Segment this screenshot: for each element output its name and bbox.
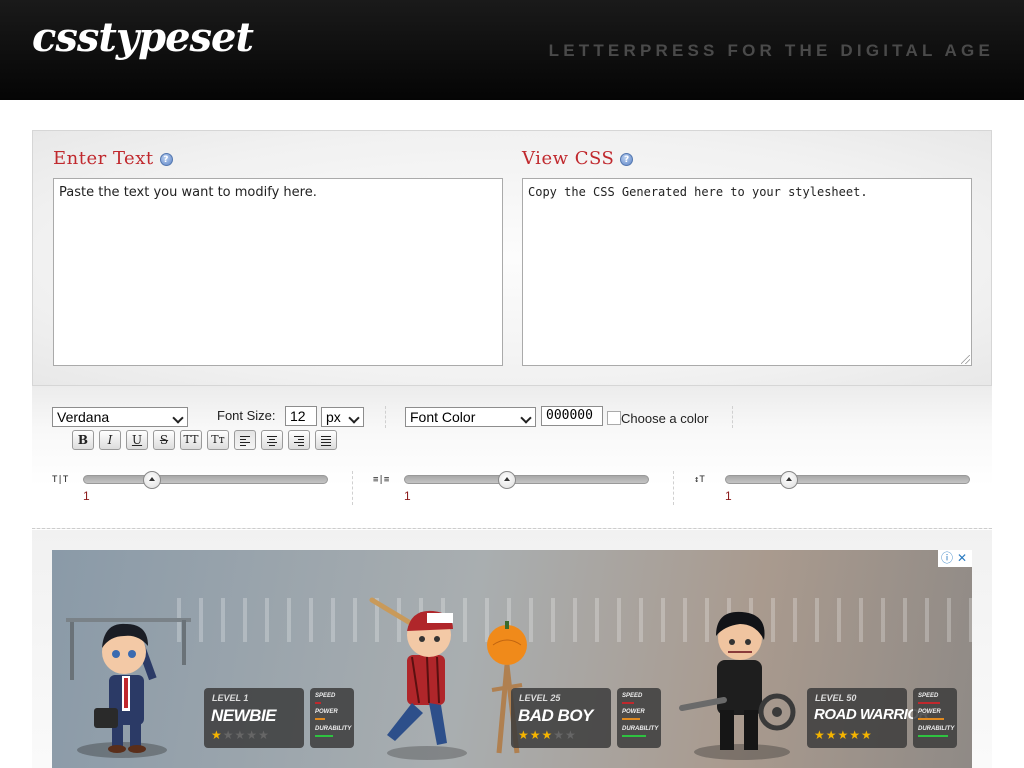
road-warrior-character-image [679,611,796,760]
ad-info-icon[interactable]: ⓘ [941,550,953,566]
strikethrough-button[interactable]: S [153,430,175,450]
stat-label: SPEED [622,693,643,699]
line-height-icon: ↕T [694,475,705,485]
view-css-heading: View CSS? [522,148,634,169]
bold-button[interactable]: B [72,430,94,450]
newbie-character-image [66,618,191,758]
small-caps-button[interactable]: Tт [207,430,229,450]
ad-close-icon[interactable]: ✕ [957,550,967,566]
stats-panel: SPEED POWER DURABILITY [617,688,661,748]
enter-text-title: Enter Text [53,148,154,169]
slider-handle[interactable] [143,471,161,489]
font-size-input[interactable]: 12 [285,406,317,426]
word-spacing-value: 1 [404,489,411,503]
slider-handle[interactable] [498,471,516,489]
align-left-icon [240,434,250,448]
stat-label: POWER [918,709,941,715]
help-icon[interactable]: ? [159,153,173,166]
ad-banner[interactable]: ⓘ ✕ LEVEL 1 NEWBIE ★★★★★ SPEED POWER DUR… [52,550,972,768]
align-justify-icon [321,434,331,448]
bad-boy-character-image [369,597,527,760]
resize-grip-icon[interactable] [961,355,970,364]
card-name: ROAD WARRIOR [814,706,929,723]
font-size-unit-value: px [326,409,341,425]
view-css-title: View CSS [522,148,615,169]
stat-label: POWER [622,709,645,715]
enter-text-heading: Enter Text? [53,148,173,169]
stats-panel: SPEED POWER DURABILITY [913,688,957,748]
font-size-label: Font Size: [217,408,276,423]
choose-color-label: Choose a color [621,411,709,426]
font-family-value: Verdana [57,409,110,425]
letter-spacing-icon: T|T [52,475,69,485]
slider-handle[interactable] [780,471,798,489]
stat-label: SPEED [918,693,939,699]
site-tagline: LETTERPRESS FOR THE DIGITAL AGE [548,41,994,60]
stat-label: DURABILITY [918,726,955,732]
typography-toolbar: Verdana Font Size: 12 px Font Color 0000… [32,386,992,529]
align-right-icon [294,434,304,448]
color-picker-icon [607,411,621,425]
font-color-hex-value: 000000 [546,408,593,423]
card-level: LEVEL 1 [212,693,249,703]
font-family-select[interactable]: Verdana [52,407,188,427]
card-level: LEVEL 50 [815,693,857,703]
slider-divider [673,471,674,505]
font-size-value: 12 [290,408,306,424]
underline-button[interactable]: U [126,430,148,450]
rating-stars: ★★★★★ [814,728,873,742]
align-left-button[interactable] [234,430,256,450]
character-card-road-warrior: LEVEL 50 ROAD WARRIOR ★★★★★ [807,688,929,748]
css-output-placeholder: Copy the CSS Generated here to your styl… [528,185,868,199]
site-header: csstypeset LETTERPRESS FOR THE DIGITAL A… [0,0,1024,100]
css-output-textarea[interactable]: Copy the CSS Generated here to your styl… [522,178,972,366]
letter-spacing-value: 1 [83,489,90,503]
font-color-select-value: Font Color [410,409,476,425]
stat-label: DURABILITY [622,726,659,732]
slider-divider [352,471,353,505]
ad-container: ⓘ ✕ LEVEL 1 NEWBIE ★★★★★ SPEED POWER DUR… [32,530,992,768]
font-size-unit-select[interactable]: px [321,407,364,427]
letter-spacing-slider[interactable] [83,471,328,489]
line-height-value: 1 [725,489,732,503]
ad-controls: ⓘ ✕ [938,550,972,567]
rating-stars: ★★★★★ [518,728,577,742]
chevron-pattern [167,598,972,642]
rating-stars: ★★★★★ [211,728,270,742]
toolbar-divider [385,406,386,428]
character-card-newbie: LEVEL 1 NEWBIE ★★★★★ [204,688,304,748]
stats-panel: SPEED POWER DURABILITY [310,688,354,748]
toolbar-divider [732,406,733,428]
site-logo[interactable]: csstypeset [32,14,254,61]
align-right-button[interactable] [288,430,310,450]
font-color-hex-input[interactable]: 000000 [541,406,603,426]
word-spacing-slider[interactable] [404,471,649,489]
enter-text-input[interactable]: Paste the text you want to modify here. [53,178,503,366]
help-icon[interactable]: ? [620,153,634,166]
word-spacing-icon: ≡|≡ [373,475,390,485]
card-name: BAD BOY [518,706,593,725]
align-center-button[interactable] [261,430,283,450]
align-center-icon [267,434,277,448]
editor-panel: Enter Text? View CSS? Paste the text you… [32,130,992,386]
stat-label: POWER [315,709,338,715]
uppercase-button[interactable]: TT [180,430,202,450]
font-color-select[interactable]: Font Color [405,407,536,427]
card-level: LEVEL 25 [519,693,561,703]
choose-color-button[interactable]: Choose a color [607,411,708,426]
character-card-bad-boy: LEVEL 25 BAD BOY ★★★★★ [511,688,611,748]
line-height-slider[interactable] [725,471,970,489]
align-justify-button[interactable] [315,430,337,450]
card-name: NEWBIE [211,706,277,725]
enter-text-placeholder: Paste the text you want to modify here. [59,185,317,200]
italic-button[interactable]: I [99,430,121,450]
stat-label: DURABILITY [315,726,352,732]
stat-label: SPEED [315,693,336,699]
